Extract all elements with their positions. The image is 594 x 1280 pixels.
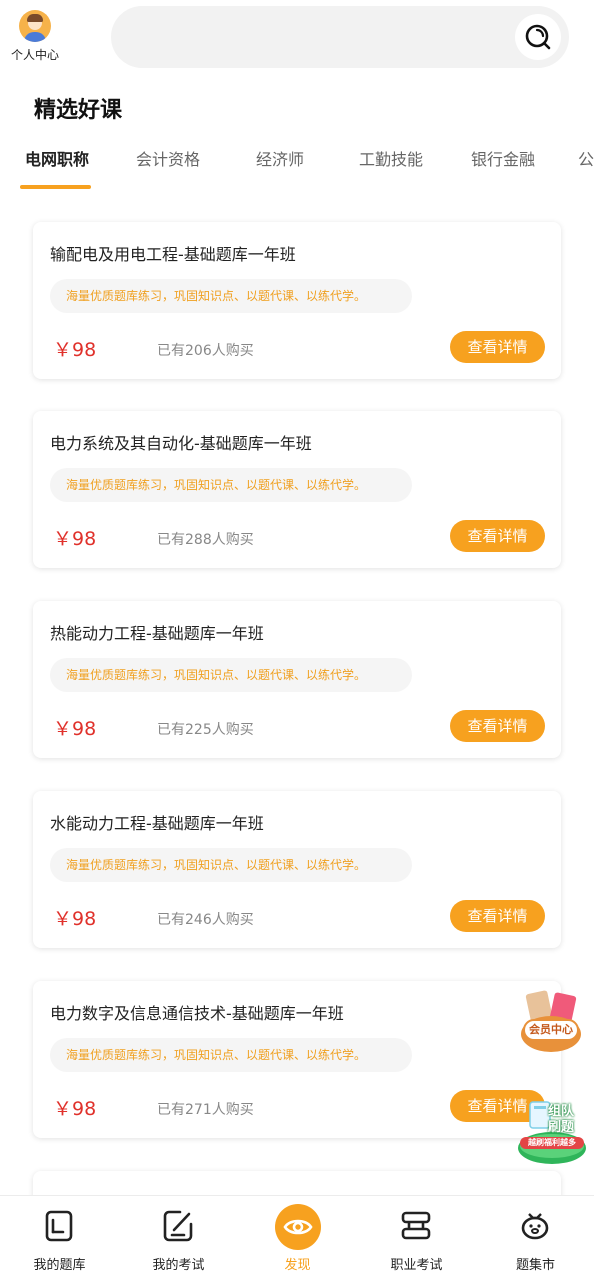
member-center-float-button[interactable]: 会员中心 [518, 988, 584, 1054]
nav-my-exams[interactable]: 我的考试 [119, 1196, 238, 1280]
search-bar[interactable] [111, 6, 569, 68]
profile-label: 个人中心 [10, 48, 59, 62]
category-tabs: 电网职称 会计资格 经济师 工勤技能 银行金融 公 [0, 140, 594, 192]
nav-question-market[interactable]: 题集市 [476, 1196, 594, 1280]
nav-label: 我的题库 [33, 1258, 86, 1273]
avatar [19, 10, 51, 42]
eye-icon [283, 1219, 313, 1235]
course-price: ￥98 [53, 908, 97, 930]
course-card[interactable]: 电力系统及其自动化-基础题库一年班 海量优质题库练习，巩固知识点、以题代课、以练… [33, 411, 561, 568]
piggy-icon [521, 1213, 549, 1240]
course-title: 输配电及用电工程-基础题库一年班 [50, 245, 296, 264]
course-card[interactable]: 输配电及用电工程-基础题库一年班 海量优质题库练习，巩固知识点、以题代课、以练代… [33, 222, 561, 379]
search-button[interactable] [515, 14, 561, 60]
course-sold-count: 已有271人购买 [157, 1102, 254, 1118]
course-tag: 海量优质题库练习，巩固知识点、以题代课、以练代学。 [50, 1038, 412, 1072]
nav-career-exams[interactable]: 职业考试 [357, 1196, 476, 1280]
course-price: ￥98 [53, 1098, 97, 1120]
nav-label: 职业考试 [390, 1258, 443, 1273]
nav-my-question-bank[interactable]: 我的题库 [0, 1196, 119, 1280]
tab-more[interactable]: 公 [578, 146, 594, 170]
course-title: 电力系统及其自动化-基础题库一年班 [50, 434, 312, 453]
nav-label: 我的考试 [152, 1258, 205, 1273]
member-center-label: 会员中心 [529, 1023, 573, 1036]
team-sub-label: 越刷福利越多 [520, 1137, 584, 1149]
course-sold-count: 已有206人购买 [157, 343, 254, 359]
stack-icon [401, 1211, 431, 1240]
view-details-button[interactable]: 查看详情 [450, 520, 545, 552]
course-sold-count: 已有288人购买 [157, 532, 254, 548]
team-practice-float-button[interactable]: 组队 刷题 越刷福利越多 [516, 1096, 588, 1168]
view-details-button[interactable]: 查看详情 [450, 710, 545, 742]
view-details-button[interactable]: 查看详情 [450, 900, 545, 932]
top-bar: 个人中心 [0, 0, 594, 80]
course-title: 水能动力工程-基础题库一年班 [50, 814, 264, 833]
course-title: 热能动力工程-基础题库一年班 [50, 624, 264, 643]
nav-discover[interactable]: 发现 [238, 1196, 357, 1280]
profile-center-button[interactable]: 个人中心 [6, 8, 64, 63]
search-icon [525, 24, 551, 50]
course-card[interactable]: 水能动力工程-基础题库一年班 海量优质题库练习，巩固知识点、以题代课、以练代学。… [33, 791, 561, 948]
nav-label: 发现 [284, 1258, 311, 1273]
edit-icon [163, 1210, 193, 1242]
course-card[interactable]: 热能动力工程-基础题库一年班 海量优质题库练习，巩固知识点、以题代课、以练代学。… [33, 601, 561, 758]
course-price: ￥98 [53, 339, 97, 361]
course-tag: 海量优质题库练习，巩固知识点、以题代课、以练代学。 [50, 279, 412, 313]
tab-economist[interactable]: 经济师 [256, 146, 304, 170]
course-card[interactable]: 电力数字及信息通信技术-基础题库一年班 海量优质题库练习，巩固知识点、以题代课、… [33, 981, 561, 1138]
team-label-2: 刷题 [548, 1120, 575, 1135]
tab-grid-title[interactable]: 电网职称 [25, 146, 89, 170]
nav-label: 题集市 [515, 1258, 555, 1273]
course-tag: 海量优质题库练习，巩固知识点、以题代课、以练代学。 [50, 848, 412, 882]
course-price: ￥98 [53, 718, 97, 740]
course-sold-count: 已有246人购买 [157, 912, 254, 928]
course-sold-count: 已有225人购买 [157, 722, 254, 738]
tab-skills[interactable]: 工勤技能 [359, 146, 423, 170]
book-icon [45, 1210, 73, 1242]
course-tag: 海量优质题库练习，巩固知识点、以题代课、以练代学。 [50, 658, 412, 692]
tab-banking[interactable]: 银行金融 [471, 146, 535, 170]
section-title: 精选好课 [34, 98, 123, 123]
course-price: ￥98 [53, 528, 97, 550]
course-title: 电力数字及信息通信技术-基础题库一年班 [50, 1004, 344, 1023]
tab-active-indicator [20, 185, 91, 189]
view-details-button[interactable]: 查看详情 [450, 331, 545, 363]
bottom-navigation: 我的题库 我的考试 发现 职业考试 题集市 [0, 1195, 594, 1280]
course-tag: 海量优质题库练习，巩固知识点、以题代课、以练代学。 [50, 468, 412, 502]
tab-accounting[interactable]: 会计资格 [136, 146, 200, 170]
page: 个人中心 精选好课 电网职称 会计资格 经济师 工勤技能 银行金融 公 输配电及… [0, 0, 594, 1280]
